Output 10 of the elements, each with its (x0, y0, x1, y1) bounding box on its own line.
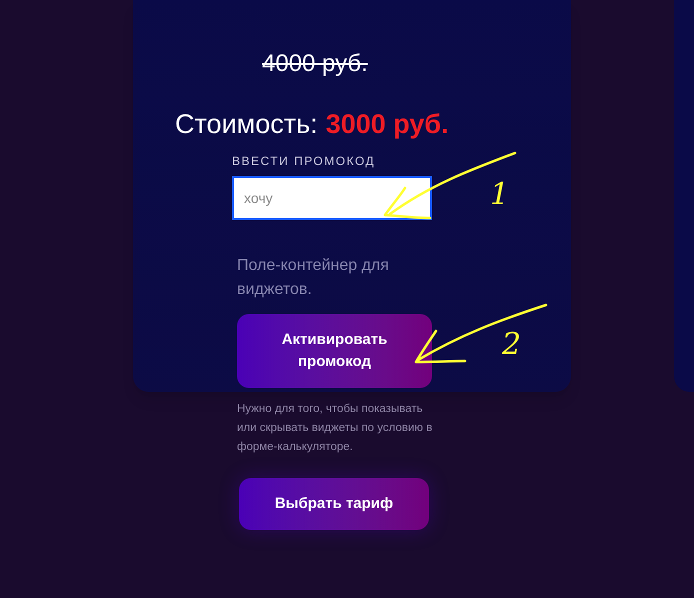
annotation-number: 1 (490, 178, 510, 212)
price-label: Стоимость: (175, 108, 318, 140)
price-value: 3000 руб. (326, 108, 449, 140)
help-text: Нужно для того, чтобы показывать или скрывать виджеты по условию в форме-калькуляторе. (237, 402, 434, 455)
old-price: 4000 руб. (262, 50, 368, 78)
select-plan-button[interactable]: Выбрать тариф (239, 478, 429, 530)
promo-label: ВВЕСТИ ПРОМОКОД (232, 153, 376, 170)
activate-promo-button[interactable]: Активировать промокод (237, 314, 432, 388)
widget-note: Поле-контейнер для виджетов. (237, 256, 390, 300)
annotation-number: 2 (502, 328, 522, 362)
